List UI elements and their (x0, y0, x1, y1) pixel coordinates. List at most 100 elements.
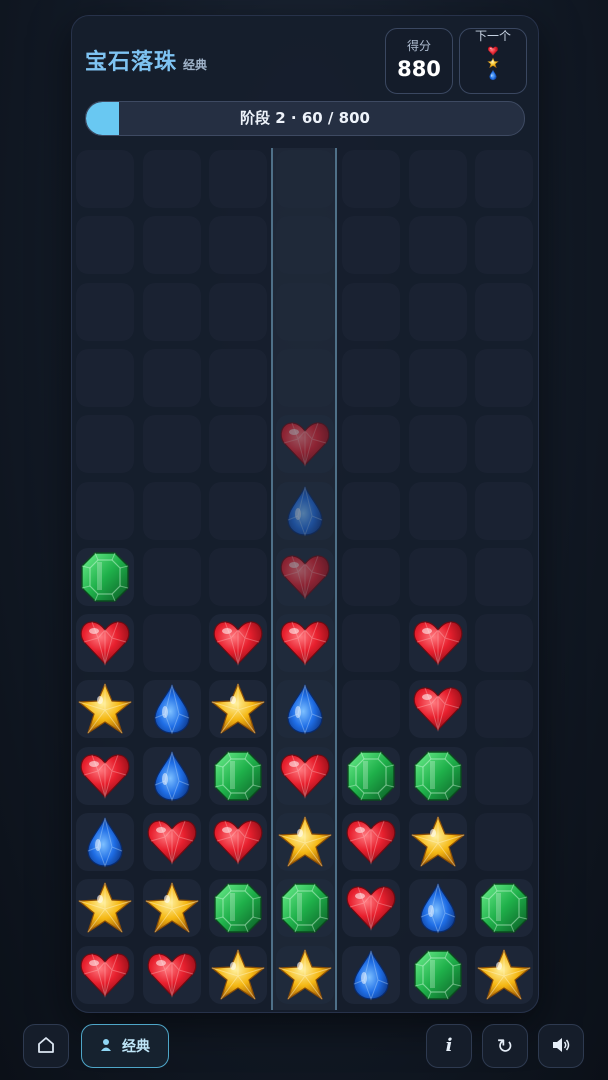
board-cell[interactable] (76, 614, 134, 673)
board-cell-empty[interactable] (342, 481, 400, 540)
board-cell-empty[interactable] (142, 614, 201, 673)
board-cell-empty[interactable] (475, 547, 533, 606)
board-cell-empty[interactable] (408, 150, 467, 208)
next-label: 下一个 (474, 29, 511, 43)
home-button[interactable] (23, 1024, 69, 1068)
board-cell-empty[interactable] (76, 415, 134, 474)
board-cell-empty[interactable] (275, 348, 334, 407)
board-cell-empty[interactable] (342, 282, 400, 341)
board-cell[interactable] (275, 746, 334, 805)
board-cell-empty[interactable] (475, 415, 533, 474)
board-cell[interactable] (342, 813, 400, 871)
board-cell-empty[interactable] (209, 348, 267, 407)
board-cell[interactable] (209, 614, 267, 673)
board-cell[interactable] (142, 945, 201, 1004)
board-cell-empty[interactable] (475, 348, 533, 407)
board-cell-empty[interactable] (76, 348, 134, 407)
board-cell-empty[interactable] (142, 481, 201, 540)
falling-piece-gem[interactable] (275, 547, 334, 606)
board-cell-empty[interactable] (408, 282, 467, 341)
score-value: 880 (397, 57, 441, 81)
board-cell[interactable] (275, 680, 334, 739)
board-cell[interactable] (209, 813, 267, 871)
board-cell[interactable] (76, 547, 134, 606)
board-cell-empty[interactable] (209, 481, 267, 540)
board-cell-empty[interactable] (342, 680, 400, 739)
board-cell[interactable] (142, 746, 201, 805)
board-cell[interactable] (142, 813, 201, 871)
board-cell[interactable] (342, 945, 400, 1004)
board-cell-empty[interactable] (209, 415, 267, 474)
board-cell-empty[interactable] (408, 547, 467, 606)
falling-piece-gem[interactable] (275, 415, 334, 474)
board-cell-empty[interactable] (408, 415, 467, 474)
board-cell-empty[interactable] (342, 150, 400, 208)
board-cell-empty[interactable] (475, 282, 533, 341)
board-cell[interactable] (275, 945, 334, 1004)
info-button[interactable]: i (426, 1024, 472, 1068)
board-cell-empty[interactable] (342, 547, 400, 606)
board-cell-empty[interactable] (142, 216, 201, 275)
board-cell-empty[interactable] (475, 481, 533, 540)
board-cell[interactable] (408, 945, 467, 1004)
board-cell-empty[interactable] (142, 150, 201, 208)
board-cell-empty[interactable] (209, 547, 267, 606)
board-cell[interactable] (475, 879, 533, 938)
board-cell[interactable] (342, 746, 400, 805)
board-cell-empty[interactable] (342, 348, 400, 407)
board-cell-empty[interactable] (408, 348, 467, 407)
board-cell[interactable] (275, 813, 334, 871)
board-cell[interactable] (142, 879, 201, 938)
mode-button[interactable]: 经典 (81, 1024, 169, 1068)
board-cell[interactable] (142, 680, 201, 739)
board-cell-empty[interactable] (475, 150, 533, 208)
board-cell[interactable] (408, 614, 467, 673)
board-cell-empty[interactable] (209, 150, 267, 208)
board-cell[interactable] (275, 614, 334, 673)
board-cell-empty[interactable] (142, 282, 201, 341)
board-cell[interactable] (475, 945, 533, 1004)
board-cell-empty[interactable] (342, 415, 400, 474)
board-cell[interactable] (76, 680, 134, 739)
board-cell-empty[interactable] (142, 547, 201, 606)
board-cell-empty[interactable] (475, 680, 533, 739)
board-cell[interactable] (209, 746, 267, 805)
board-cell[interactable] (209, 879, 267, 938)
board-cell[interactable] (209, 945, 267, 1004)
board-cell-empty[interactable] (275, 282, 334, 341)
sound-button[interactable] (538, 1024, 584, 1068)
board-cell[interactable] (76, 813, 134, 871)
board-cell[interactable] (209, 680, 267, 739)
board-cell-empty[interactable] (76, 150, 134, 208)
game-board[interactable] (76, 150, 533, 1008)
board-cell-empty[interactable] (342, 614, 400, 673)
restart-button[interactable]: ↻ (482, 1024, 528, 1068)
speaker-icon (551, 1037, 571, 1056)
board-cell-empty[interactable] (76, 216, 134, 275)
board-cell-empty[interactable] (76, 282, 134, 341)
board-cell-empty[interactable] (475, 216, 533, 275)
board-cell[interactable] (275, 879, 334, 938)
board-cell[interactable] (408, 680, 467, 739)
board-cell-empty[interactable] (209, 216, 267, 275)
board-cell-empty[interactable] (209, 282, 267, 341)
board-cell[interactable] (76, 879, 134, 938)
board-cell-empty[interactable] (275, 216, 334, 275)
board-cell[interactable] (342, 879, 400, 938)
board-cell-empty[interactable] (475, 813, 533, 871)
falling-piece-gem[interactable] (275, 481, 334, 540)
board-cell-empty[interactable] (275, 150, 334, 208)
board-cell[interactable] (408, 813, 467, 871)
board-cell-empty[interactable] (475, 746, 533, 805)
board-cell[interactable] (408, 879, 467, 938)
board-cell-empty[interactable] (475, 614, 533, 673)
board-cell-empty[interactable] (408, 216, 467, 275)
board-cell-empty[interactable] (342, 216, 400, 275)
board-cell-empty[interactable] (76, 481, 134, 540)
board-cell[interactable] (408, 746, 467, 805)
board-cell-empty[interactable] (142, 415, 201, 474)
board-cell[interactable] (76, 945, 134, 1004)
board-cell[interactable] (76, 746, 134, 805)
board-cell-empty[interactable] (408, 481, 467, 540)
board-cell-empty[interactable] (142, 348, 201, 407)
